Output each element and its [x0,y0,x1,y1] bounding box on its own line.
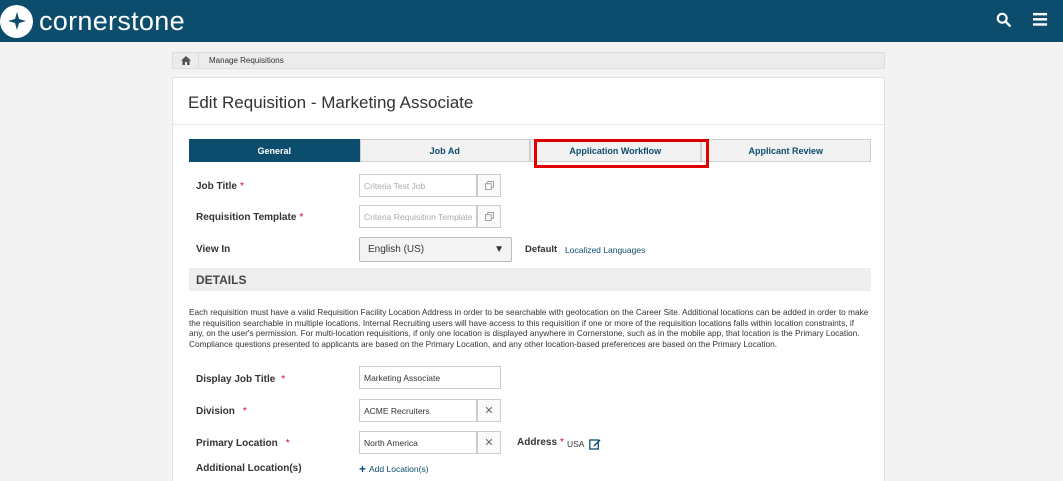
division-label: Division * [196,406,247,417]
tab-applicant-review[interactable]: Applicant Review [700,139,871,162]
tab-job-ad[interactable]: Job Ad [359,139,530,162]
display-job-title-label: Display Job Title * [196,374,286,385]
address-value: USA [567,439,585,449]
edit-requisition-card: Edit Requisition - Marketing Associate G… [172,77,885,481]
requisition-template-input[interactable]: Criteria Requisition Template - [359,205,477,228]
language-select[interactable]: English (US) ▼ [359,237,512,262]
localized-languages-link[interactable]: Localized Languages [565,245,645,255]
language-select-value: English (US) [368,244,425,255]
hamburger-menu-icon[interactable] [1033,12,1051,30]
clear-primary-location-icon[interactable]: ✕ [477,431,501,454]
additional-locations-label: Additional Location(s) [196,463,302,474]
details-description: Each requisition must have a valid Requi… [189,307,869,349]
job-title-label: Job Title * [196,181,244,192]
cornerstone-logo-icon [0,4,33,38]
search-icon[interactable] [996,12,1014,30]
title-divider [173,124,884,125]
top-header-bar: cornerstone [0,0,1063,42]
breadcrumb-current[interactable]: Manage Requisitions [209,56,284,65]
requisition-tabs: General Job Ad Application Workflow Appl… [189,139,871,162]
add-locations-link[interactable]: + Add Location(s) [359,462,429,476]
details-section-header: DETAILS [189,268,871,291]
page-title: Edit Requisition - Marketing Associate [188,93,474,112]
edit-address-icon[interactable] [589,437,601,455]
job-title-input[interactable]: Criteria Test Job [359,174,477,197]
cornerstone-logo[interactable]: cornerstone [0,4,185,38]
breadcrumb: Manage Requisitions [172,52,885,69]
dropdown-arrow-icon: ▼ [494,244,504,255]
default-label: Default [525,244,558,255]
brand-name: cornerstone [39,5,185,36]
display-job-title-input[interactable]: Marketing Associate [359,366,501,389]
home-icon[interactable] [173,53,199,68]
address-label: Address * [517,437,564,448]
view-in-label: View In [196,244,231,255]
primary-location-input[interactable]: North America [359,431,477,454]
division-input[interactable]: ACME Recruiters [359,399,477,422]
copy-icon[interactable] [477,205,501,228]
plus-icon: + [359,462,367,476]
tab-general[interactable]: General [189,139,360,162]
clear-division-icon[interactable]: ✕ [477,399,501,422]
requisition-template-label: Requisition Template * [196,212,304,223]
primary-location-label: Primary Location * [196,438,290,449]
tab-application-workflow[interactable]: Application Workflow [530,139,701,162]
copy-icon[interactable] [477,174,501,197]
